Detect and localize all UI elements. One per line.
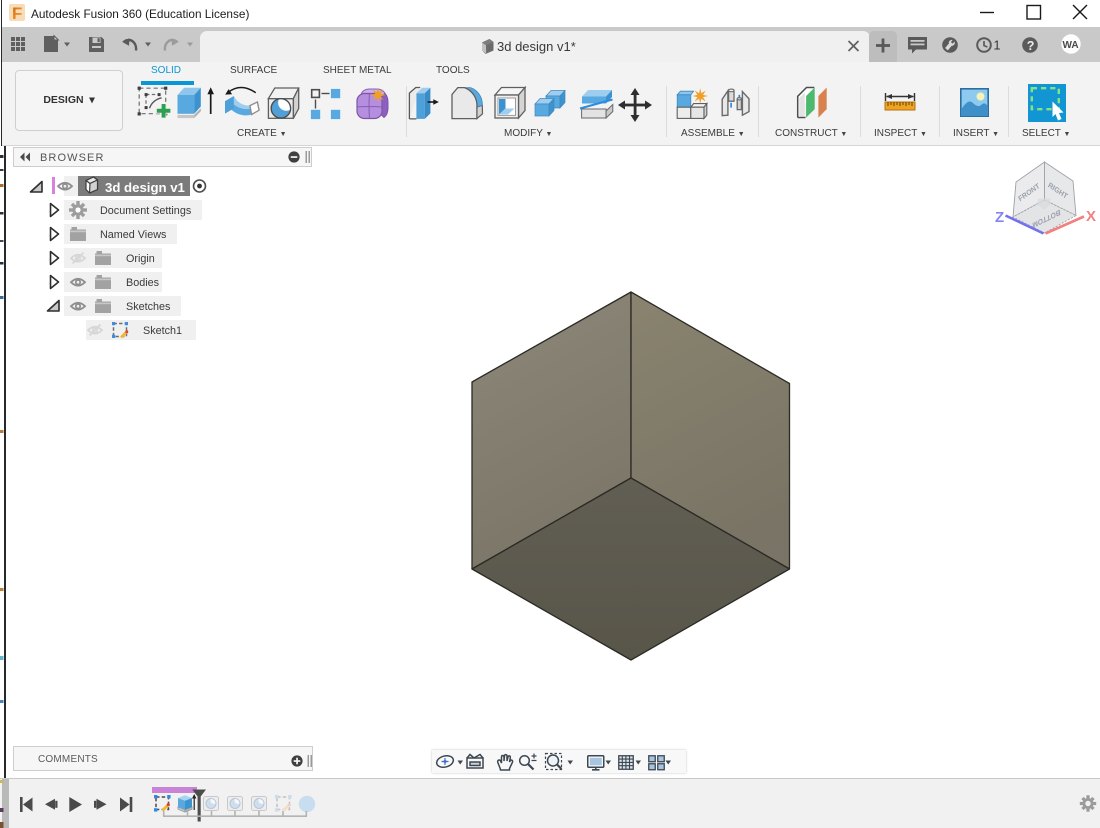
svg-text:1: 1 <box>994 39 1001 53</box>
svg-text:WA: WA <box>1063 40 1079 51</box>
svg-text:F: F <box>12 4 22 23</box>
svg-text:?: ? <box>1027 39 1035 53</box>
svg-text:Z: Z <box>995 209 1004 226</box>
svg-text:X: X <box>1086 208 1096 225</box>
